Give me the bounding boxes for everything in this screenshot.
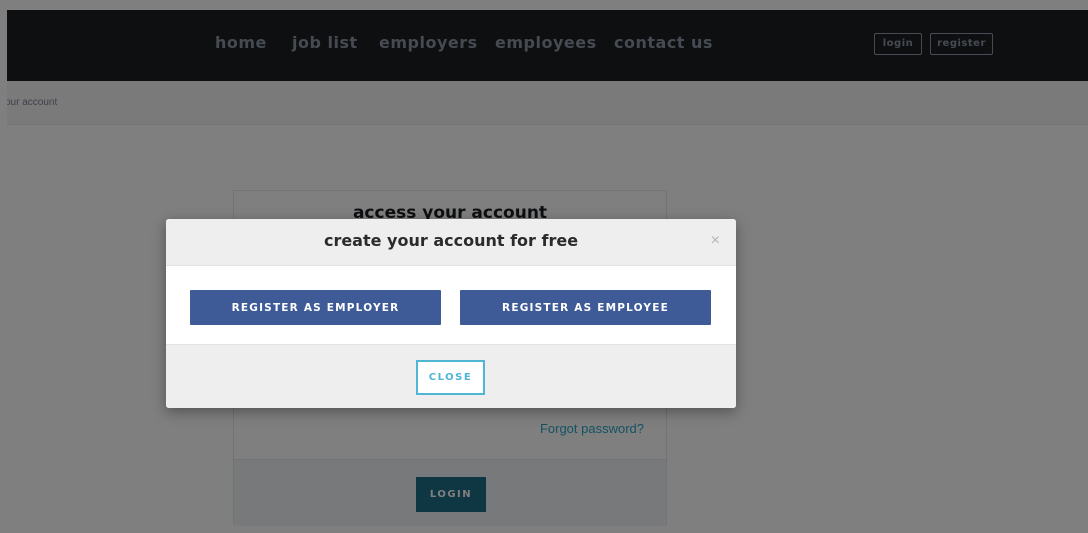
close-icon[interactable]: × xyxy=(711,232,720,250)
close-button[interactable]: CLOSE xyxy=(416,360,485,395)
modal-body: REGISTER AS EMPLOYER REGISTER AS EMPLOYE… xyxy=(166,266,736,344)
create-account-modal: create your account for free × REGISTER … xyxy=(166,219,736,408)
register-as-employer-button[interactable]: REGISTER AS EMPLOYER xyxy=(190,290,441,325)
modal-title: create your account for free xyxy=(323,231,579,250)
register-as-employee-button[interactable]: REGISTER AS EMPLOYEE xyxy=(460,290,711,325)
modal-footer: CLOSE xyxy=(166,344,736,408)
modal-header: create your account for free × xyxy=(166,219,736,266)
